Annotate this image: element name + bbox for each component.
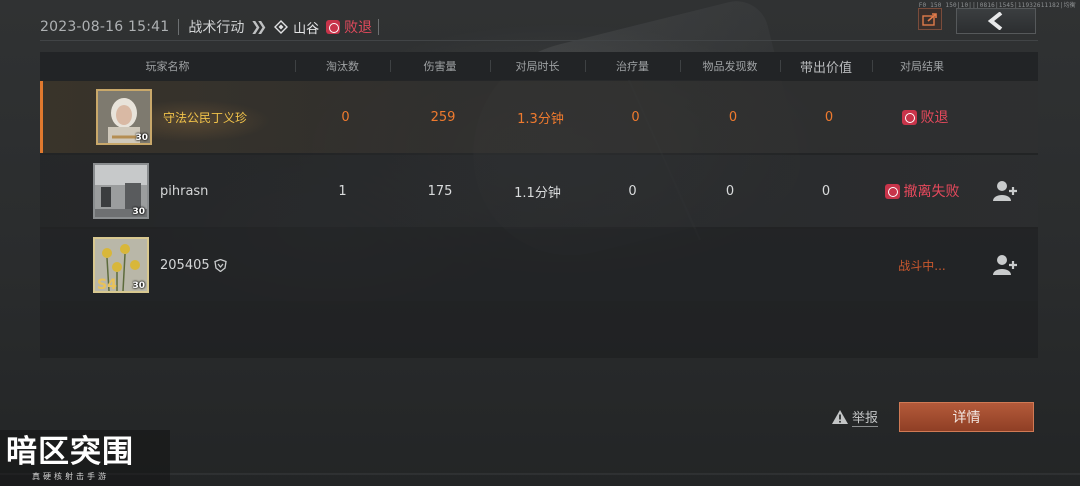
result-cell: 撤离失败 (872, 155, 972, 227)
duration-value: 1.3分钟 (517, 111, 564, 127)
scoreboard-table: 玩家名称 淘汰数 伤害量 对局时长 治疗量 物品发现数 带出价值 对局结果 30… (40, 52, 1038, 358)
items-found-value: 0 (725, 183, 735, 199)
double-chevron-icon: ❯❯ (250, 19, 267, 35)
back-button[interactable] (956, 8, 1036, 34)
avatar: 30 (96, 89, 152, 145)
result-label: 败退 (920, 110, 949, 126)
result-cell: 败退 (875, 81, 975, 153)
add-friend-icon[interactable] (992, 178, 1018, 204)
healing-value: 0 (631, 109, 640, 125)
result-label: 战斗中... (898, 258, 946, 273)
player-level: 30 (132, 281, 145, 291)
table-row[interactable]: 30 pihrasn 1 175 1.1分钟 0 0 0 撤离失败 (40, 155, 1038, 227)
extract-value-value: 0 (821, 183, 831, 199)
season-badge: S4 (97, 277, 117, 291)
damage-value: 259 (430, 109, 456, 125)
report-button[interactable]: 举报 (831, 407, 879, 427)
player-name-wrap: 205405 (160, 229, 227, 301)
match-header: 2023-08-16 15:41 战术行动 ❯❯ 山谷 败退 (40, 16, 380, 38)
result-label: 撤离失败 (903, 184, 960, 200)
game-logo: 暗区突围 真硬核射击手游 (0, 430, 170, 486)
match-map: 山谷 (293, 21, 320, 37)
match-mode: 战术行动 (188, 20, 245, 36)
player-name[interactable]: 守法公民丁义珍 (163, 81, 247, 153)
avatar: 30 (93, 163, 149, 219)
column-header-duration: 对局时长 (515, 60, 560, 73)
column-header-damage: 伤害量 (423, 60, 457, 73)
extract-value-value: 0 (824, 109, 834, 125)
table-header: 玩家名称 淘汰数 伤害量 对局时长 治疗量 物品发现数 带出价值 对局结果 (40, 52, 1038, 80)
chevron-left-icon (987, 12, 1003, 30)
map-diamond-icon (274, 20, 289, 34)
warning-icon (832, 410, 848, 424)
share-button[interactable] (918, 8, 942, 30)
column-header-healing: 治疗量 (616, 60, 649, 73)
kills-value: 1 (338, 183, 347, 199)
match-datetime: 2023-08-16 15:41 (40, 19, 170, 35)
logo-title: 暗区突围 (6, 434, 134, 470)
report-label: 举报 (852, 407, 879, 427)
match-result: 败退 (344, 20, 373, 36)
header-rule (40, 40, 1038, 41)
duration-value: 1.1分钟 (514, 185, 561, 201)
kills-value: 0 (341, 109, 350, 125)
player-name[interactable]: 205405 (160, 258, 210, 273)
table-row[interactable]: S4 30 205405 战斗中... (40, 229, 1038, 301)
player-name[interactable]: pihrasn (160, 155, 208, 227)
logo-subtitle: 真硬核射击手游 (32, 472, 109, 481)
add-friend-icon[interactable] (992, 252, 1018, 278)
defeat-badge-icon (884, 183, 900, 199)
damage-value: 175 (427, 183, 453, 199)
defeat-badge-icon (901, 109, 917, 125)
column-header-player: 玩家名称 (145, 60, 190, 73)
avatar: S4 30 (93, 237, 149, 293)
header-divider (378, 19, 380, 35)
share-icon (922, 13, 937, 26)
column-header-extract-value: 带出价值 (799, 60, 852, 76)
defeat-badge-icon (326, 20, 341, 34)
column-header-items-found: 物品发现数 (702, 60, 758, 73)
column-header-kills: 淘汰数 (326, 60, 359, 73)
column-header-result: 对局结果 (900, 60, 944, 73)
player-level: 30 (132, 207, 145, 217)
items-found-value: 0 (728, 109, 738, 125)
healing-value: 0 (628, 183, 637, 199)
details-button[interactable]: 详情 (899, 402, 1034, 432)
header-divider (178, 19, 180, 35)
player-level: 30 (135, 133, 148, 143)
table-row[interactable]: 30 守法公民丁义珍 0 259 1.3分钟 0 0 0 败退 (40, 81, 1038, 153)
shield-icon (213, 258, 227, 272)
